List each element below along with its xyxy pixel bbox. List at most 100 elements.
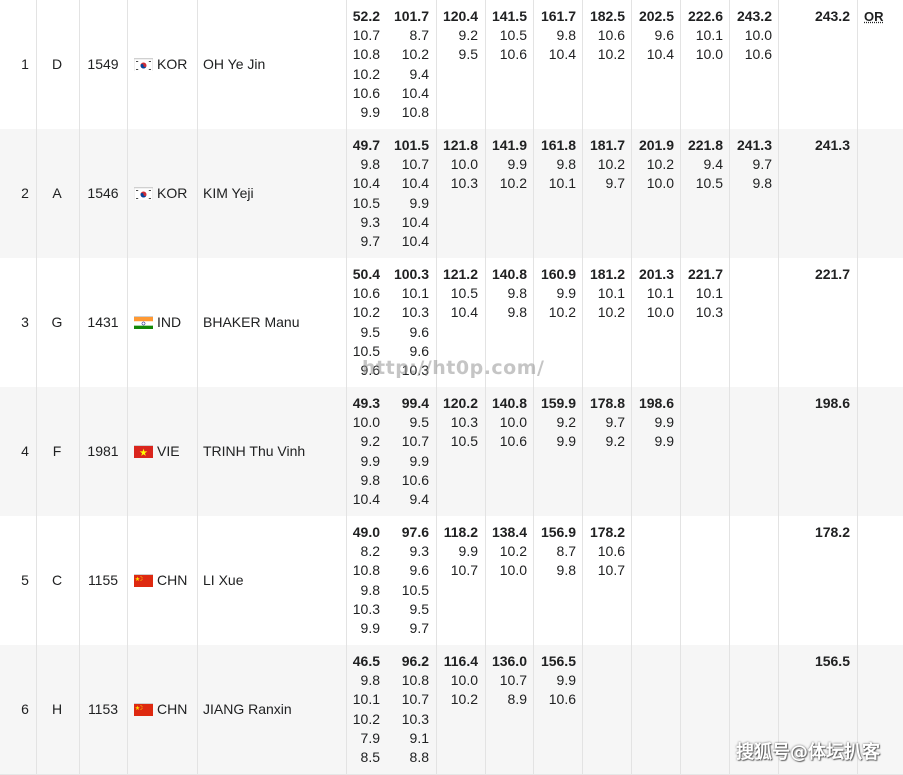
shot-score: 8.7	[409, 27, 429, 44]
stage-score: 161.7 9.8 10.4	[534, 7, 576, 65]
noc-code[interactable]: IND	[157, 313, 181, 331]
stage-score: 156.9 8.7 9.8	[534, 523, 576, 581]
stage-total: 178.2	[589, 524, 625, 540]
stage-score: 182.5 10.6 10.2	[583, 7, 625, 65]
stage-score: 178.8 9.7 9.2	[583, 394, 625, 452]
shot-score: 9.9	[458, 543, 478, 560]
final-score: 243.2	[814, 8, 850, 24]
shot-score: 9.9	[654, 414, 674, 431]
column-divider	[127, 129, 128, 258]
shot-score: 10.2	[352, 304, 380, 321]
shot-score: 10.0	[499, 414, 527, 431]
shot-score: 9.7	[752, 156, 772, 173]
athlete-name-link[interactable]: TRINH Thu Vinh	[203, 442, 346, 460]
watermark-url: http://ht0p.com/	[362, 357, 545, 379]
column-divider	[729, 387, 730, 516]
bib-cell: 1155	[87, 572, 119, 588]
column-divider	[857, 387, 858, 516]
shot-score: 9.8	[556, 156, 576, 173]
shot-score: 10.0	[352, 414, 380, 431]
column-divider	[582, 645, 583, 774]
shot-score: 9.8	[360, 156, 380, 173]
shot-score: 9.5	[409, 414, 429, 431]
shot-score: 10.1	[548, 175, 576, 192]
shot-score: 7.9	[360, 729, 380, 746]
shot-score: 10.6	[597, 27, 625, 44]
column-divider	[729, 645, 730, 774]
shot-score: 9.8	[752, 175, 772, 192]
noc-code[interactable]: VIE	[157, 442, 180, 460]
shot-score: 9.9	[556, 433, 576, 450]
table-row: 2 A 1546 KOR KIM Yeji 49.7 9.8 10.4 10.5 9.3 9.7 10…	[0, 129, 903, 259]
shot-score: 9.8	[507, 304, 527, 321]
stage-total: 138.4	[491, 524, 527, 540]
stage-total: 49.7	[352, 137, 380, 153]
athlete-name-link[interactable]: OH Ye Jin	[203, 55, 346, 73]
shot-score: 10.5	[450, 433, 478, 450]
stage-total: 46.5	[352, 653, 380, 669]
column-divider	[127, 516, 128, 645]
shot-score: 10.6	[597, 543, 625, 560]
stage-total: 178.8	[589, 395, 625, 411]
shot-score: 10.2	[450, 691, 478, 708]
relay-cell: C	[51, 572, 63, 588]
bib-cell: 1431	[87, 314, 119, 330]
athlete-name-link[interactable]: JIANG Ranxin	[203, 700, 346, 718]
stage-total: 161.8	[540, 137, 576, 153]
shot-score: 10.3	[450, 175, 478, 192]
vietnam-flag-icon	[134, 445, 153, 458]
shot-score: 10.0	[499, 562, 527, 579]
stage-total: 140.8	[491, 266, 527, 282]
nation-cell: CHN	[134, 700, 196, 718]
shot-score: 10.8	[352, 562, 380, 579]
relay-cell: A	[52, 185, 62, 201]
shot-score: 9.2	[556, 414, 576, 431]
stage-score: 138.4 10.2 10.0	[486, 523, 527, 581]
shot-score: 10.5	[695, 175, 723, 192]
final-score: 221.7	[814, 266, 850, 282]
stage-score: 202.5 9.6 10.4	[632, 7, 674, 65]
stage-score: 99.4 9.5 10.7 9.9 10.6 9.4	[384, 394, 429, 509]
shot-score: 10.7	[401, 433, 429, 450]
stage-score: 136.0 10.7 8.9	[486, 652, 527, 710]
stage-score: 160.9 9.9 10.2	[534, 265, 576, 323]
table-row: 5 C 1155 CHN LI Xue 49.0 8.2 10.8 9.8 10.3 9.9 97.6…	[0, 516, 903, 646]
stage-score: 156.5 9.9 10.6	[534, 652, 576, 710]
column-divider	[197, 0, 198, 129]
shot-score: 10.3	[695, 304, 723, 321]
athlete-name-link[interactable]: LI Xue	[203, 571, 346, 589]
table-row: 1 D 1549 KOR OH Ye Jin 52.2 10.7 10.8 10.2 10.6 9.…	[0, 0, 903, 130]
shot-score: 10.0	[450, 156, 478, 173]
noc-code[interactable]: KOR	[157, 55, 187, 73]
korea-flag-icon	[134, 58, 153, 71]
shot-score: 10.1	[695, 285, 723, 302]
shot-score: 10.4	[401, 213, 429, 230]
shot-score: 9.6	[654, 27, 674, 44]
table-row: 4 F 1981 VIE TRINH Thu Vinh 49.3 10.0 9.2 9.9 9.8…	[0, 387, 903, 517]
column-divider	[857, 129, 858, 258]
stage-total: 181.2	[589, 266, 625, 282]
shot-score: 9.3	[409, 543, 429, 560]
stage-score: 221.8 9.4 10.5	[681, 136, 723, 194]
stage-total: 101.7	[393, 8, 429, 24]
athlete-name-link[interactable]: BHAKER Manu	[203, 313, 346, 331]
shot-score: 10.2	[401, 46, 429, 63]
stage-total: 156.9	[540, 524, 576, 540]
column-divider	[680, 387, 681, 516]
noc-code[interactable]: CHN	[157, 700, 187, 718]
shot-score: 8.8	[409, 749, 429, 766]
column-divider	[680, 645, 681, 774]
athlete-name-link[interactable]: KIM Yeji	[203, 184, 346, 202]
noc-code[interactable]: CHN	[157, 571, 187, 589]
final-score: 178.2	[814, 524, 850, 540]
column-divider	[127, 387, 128, 516]
noc-code[interactable]: KOR	[157, 184, 187, 202]
shot-score: 10.2	[499, 543, 527, 560]
shot-score: 10.4	[401, 233, 429, 250]
shot-score: 10.7	[401, 156, 429, 173]
column-divider	[197, 387, 198, 516]
stage-score: 101.5 10.7 10.4 9.9 10.4 10.4	[384, 136, 429, 251]
stage-total: 243.2	[736, 8, 772, 24]
stage-total: 52.2	[352, 8, 380, 24]
shot-score: 9.4	[409, 491, 429, 508]
